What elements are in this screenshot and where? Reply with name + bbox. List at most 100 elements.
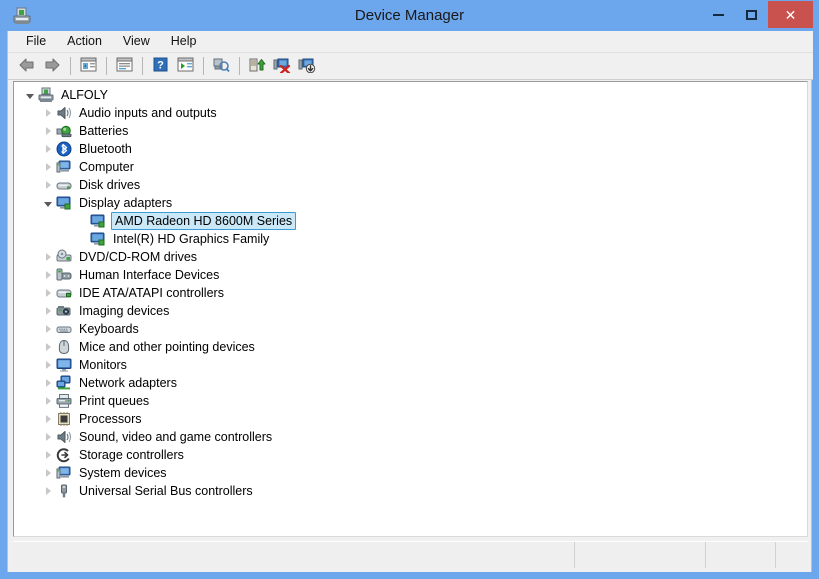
collapsed-triangle-icon[interactable]: [40, 392, 56, 410]
menu-bar: File Action View Help: [8, 31, 813, 53]
tree-node[interactable]: Mice and other pointing devices: [14, 338, 807, 356]
help-button[interactable]: ?: [148, 55, 172, 78]
tree-node[interactable]: Imaging devices: [14, 302, 807, 320]
tree-node-label: Display adapters: [79, 196, 173, 210]
tree-node-label: Keyboards: [79, 322, 139, 336]
bluetooth-icon: [56, 141, 72, 157]
tree-node[interactable]: IDE ATA/ATAPI controllers: [14, 284, 807, 302]
disable-device-button[interactable]: [270, 55, 294, 78]
tree-node[interactable]: System devices: [14, 464, 807, 482]
menu-view[interactable]: View: [114, 32, 159, 51]
collapsed-triangle-icon[interactable]: [40, 176, 56, 194]
tree-node[interactable]: Network adapters: [14, 374, 807, 392]
collapsed-triangle-icon[interactable]: [40, 374, 56, 392]
collapsed-triangle-icon[interactable]: [40, 464, 56, 482]
forward-arrow-button[interactable]: [40, 55, 64, 78]
tree-node-label: Monitors: [79, 358, 127, 372]
device-tree-panel[interactable]: ALFOLY Audio inputs and outputs Batteries B…: [13, 81, 808, 537]
properties-button[interactable]: [112, 55, 136, 78]
dvd-drive-icon: [56, 249, 72, 265]
tree-node[interactable]: Computer: [14, 158, 807, 176]
forward-arrow-icon: [43, 57, 61, 76]
collapsed-triangle-icon[interactable]: [40, 266, 56, 284]
tree-node[interactable]: ALFOLY: [14, 86, 807, 104]
collapsed-triangle-icon[interactable]: [40, 302, 56, 320]
toolbar-separator-1: [70, 57, 71, 75]
collapsed-triangle-icon[interactable]: [40, 140, 56, 158]
tree-node-label: Processors: [79, 412, 142, 426]
storage-controller-icon: [56, 447, 72, 463]
scan-for-hardware-changes-icon: [212, 57, 230, 76]
tree-node-label: Human Interface Devices: [79, 268, 220, 282]
tree-node-label: Storage controllers: [79, 448, 184, 462]
tree-node[interactable]: Storage controllers: [14, 446, 807, 464]
uninstall-device-icon: [298, 57, 316, 76]
maximize-button[interactable]: [735, 1, 768, 28]
show-hide-console-tree-icon: [80, 57, 97, 75]
collapsed-triangle-icon[interactable]: [40, 104, 56, 122]
tree-node-label: Audio inputs and outputs: [79, 106, 217, 120]
tree-node[interactable]: Print queues: [14, 392, 807, 410]
menu-action[interactable]: Action: [58, 32, 111, 51]
close-icon: ✕: [784, 6, 797, 23]
tree-node[interactable]: Intel(R) HD Graphics Family: [14, 230, 807, 248]
show-hide-action-pane-button[interactable]: [173, 55, 197, 78]
tree-node[interactable]: Display adapters: [14, 194, 807, 212]
collapsed-triangle-icon[interactable]: [40, 356, 56, 374]
collapsed-triangle-icon[interactable]: [40, 410, 56, 428]
status-cell-fourth: [776, 542, 808, 568]
minimize-button[interactable]: [702, 1, 735, 28]
mouse-icon: [56, 339, 72, 355]
collapsed-triangle-icon[interactable]: [40, 446, 56, 464]
back-arrow-button[interactable]: [15, 55, 39, 78]
update-driver-button[interactable]: [245, 55, 269, 78]
title-bar[interactable]: Device Manager ✕: [0, 0, 819, 31]
display-adapter-icon: [90, 231, 106, 247]
status-cell-second: [575, 542, 706, 568]
tree-node[interactable]: Processors: [14, 410, 807, 428]
tree-node[interactable]: Keyboards: [14, 320, 807, 338]
expanded-triangle-icon[interactable]: [22, 86, 38, 104]
collapsed-triangle-icon[interactable]: [40, 248, 56, 266]
computer-host-icon: [38, 87, 54, 103]
uninstall-device-button[interactable]: [295, 55, 319, 78]
collapsed-triangle-icon[interactable]: [40, 428, 56, 446]
tree-node-label: ALFOLY: [61, 88, 109, 102]
tree-node[interactable]: Disk drives: [14, 176, 807, 194]
battery-icon: [56, 123, 72, 139]
close-button[interactable]: ✕: [768, 1, 813, 28]
tree-node[interactable]: DVD/CD-ROM drives: [14, 248, 807, 266]
menu-file[interactable]: File: [17, 32, 55, 51]
tree-node[interactable]: AMD Radeon HD 8600M Series: [14, 212, 807, 230]
toolbar: ?: [8, 53, 813, 80]
expanded-triangle-icon[interactable]: [40, 194, 56, 212]
tree-node[interactable]: Human Interface Devices: [14, 266, 807, 284]
tree-node-label: Universal Serial Bus controllers: [79, 484, 253, 498]
tree-node-label: Network adapters: [79, 376, 177, 390]
collapsed-triangle-icon[interactable]: [40, 338, 56, 356]
tree-node-spacer: [74, 212, 90, 230]
menu-help[interactable]: Help: [162, 32, 206, 51]
tree-node[interactable]: Audio inputs and outputs: [14, 104, 807, 122]
tree-node-label: Bluetooth: [79, 142, 132, 156]
tree-node-label: AMD Radeon HD 8600M Series: [111, 212, 297, 230]
collapsed-triangle-icon[interactable]: [40, 482, 56, 500]
collapsed-triangle-icon[interactable]: [40, 320, 56, 338]
tree-node[interactable]: Bluetooth: [14, 140, 807, 158]
disable-device-icon: [273, 57, 291, 76]
collapsed-triangle-icon[interactable]: [40, 284, 56, 302]
tree-node-label: IDE ATA/ATAPI controllers: [79, 286, 224, 300]
collapsed-triangle-icon[interactable]: [40, 122, 56, 140]
device-tree: ALFOLY Audio inputs and outputs Batteries B…: [14, 82, 807, 500]
tree-node[interactable]: Monitors: [14, 356, 807, 374]
speaker-icon: [56, 429, 72, 445]
tree-node[interactable]: Batteries: [14, 122, 807, 140]
tree-node[interactable]: Universal Serial Bus controllers: [14, 482, 807, 500]
show-hide-console-tree-button[interactable]: [76, 55, 100, 78]
keyboard-icon: [56, 321, 72, 337]
collapsed-triangle-icon[interactable]: [40, 158, 56, 176]
scan-for-hardware-changes-button[interactable]: [209, 55, 233, 78]
tree-node[interactable]: Sound, video and game controllers: [14, 428, 807, 446]
network-adapter-icon: [56, 375, 72, 391]
camera-icon: [56, 303, 72, 319]
